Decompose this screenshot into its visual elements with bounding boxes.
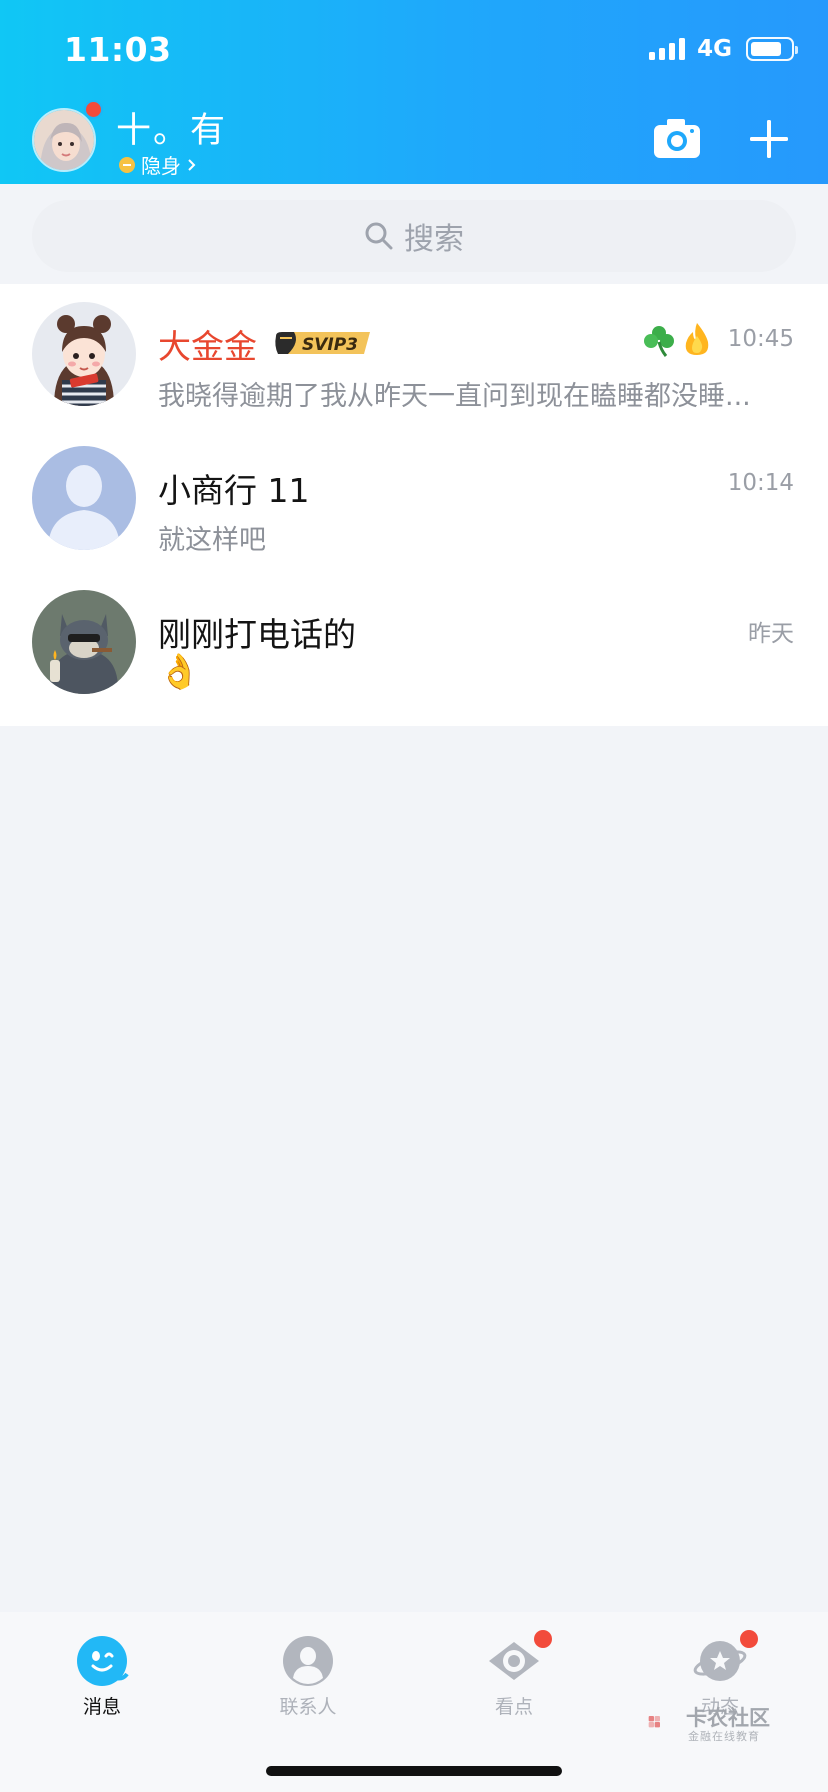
- battery-icon: [746, 37, 798, 61]
- planet-icon: [693, 1641, 747, 1681]
- watermark-subtitle: 金融在线教育: [688, 1730, 760, 1743]
- profile-name[interactable]: 十。有: [116, 102, 227, 153]
- message-time: 10:14: [727, 470, 794, 496]
- notification-dot: [740, 1630, 758, 1648]
- conversation-row[interactable]: 小商行 11 10:14 就这样吧: [0, 428, 828, 572]
- notification-dot: [534, 1630, 552, 1648]
- message-preview: 👌: [158, 652, 201, 692]
- svip-badge-label: SVIP3: [302, 335, 358, 355]
- contact-name: 大金金: [158, 327, 257, 366]
- online-status-toggle[interactable]: 隐身: [119, 150, 197, 179]
- penguin-icon: [77, 1636, 129, 1686]
- contact-name: 刚刚打电话的: [158, 615, 356, 654]
- svip-badge: SVIP3: [275, 332, 370, 355]
- top-header: 11:03 4G 十。有 隐身: [0, 0, 828, 184]
- tab-contacts[interactable]: 联系人: [248, 1622, 368, 1732]
- message-time: 昨天: [748, 621, 794, 647]
- contact-avatar: [32, 446, 136, 550]
- online-status-label: 隐身: [141, 154, 181, 178]
- signal-icon: [649, 38, 686, 60]
- message-preview: 就这样吧: [158, 525, 266, 556]
- conversation-row[interactable]: 大金金 SVIP3 10:45 我晓得逾期了我从昨天一直问到现在瞌睡都没睡...: [0, 284, 828, 428]
- profile-avatar[interactable]: [32, 108, 96, 172]
- message-time: 10:45: [727, 326, 794, 352]
- chevron-right-icon: [188, 158, 196, 171]
- status-indicators: 4G: [649, 36, 798, 62]
- tab-messages[interactable]: 消息: [42, 1622, 162, 1732]
- contacts-icon: [283, 1636, 333, 1686]
- message-preview: 我晓得逾期了我从昨天一直问到现在瞌睡都没睡...: [158, 381, 751, 412]
- contact-avatar: [32, 302, 136, 406]
- watermark-logo: [648, 1716, 660, 1728]
- network-label: 4G: [697, 36, 732, 62]
- fire-icon: [685, 323, 709, 355]
- tab-label: 联系人: [279, 1696, 337, 1718]
- home-indicator: [266, 1766, 562, 1776]
- tab-watch[interactable]: 看点: [454, 1622, 574, 1732]
- conversation-row[interactable]: 刚刚打电话的 昨天 👌: [0, 572, 828, 716]
- add-icon[interactable]: [748, 118, 790, 160]
- search-bar[interactable]: 搜索: [32, 200, 796, 272]
- conversation-list: 大金金 SVIP3 10:45 我晓得逾期了我从昨天一直问到现在瞌睡都没睡...: [0, 284, 828, 726]
- invisible-status-icon: [119, 156, 135, 173]
- search-placeholder: 搜索: [404, 222, 464, 257]
- contact-name: 小商行 11: [158, 471, 310, 510]
- profile-notification-dot: [84, 100, 103, 119]
- tab-label: 看点: [494, 1696, 533, 1718]
- camera-icon[interactable]: [654, 118, 700, 158]
- tab-label: 消息: [82, 1696, 121, 1718]
- search-icon: [365, 222, 393, 250]
- status-time: 11:03: [64, 30, 172, 69]
- contact-avatar: [32, 590, 136, 694]
- clover-icon: [644, 326, 674, 357]
- eye-icon: [489, 1642, 539, 1680]
